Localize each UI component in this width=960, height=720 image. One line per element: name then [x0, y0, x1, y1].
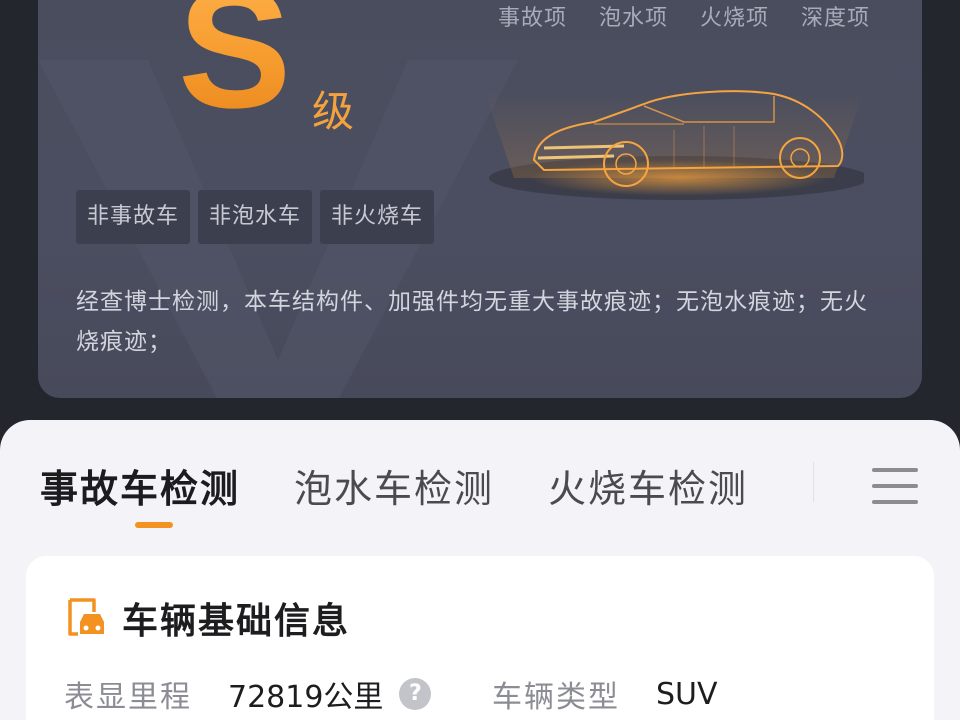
vehicle-info-card: 车辆基础信息 表显里程 72819公里 ? 车辆类型 SUV [26, 556, 934, 720]
tab-bar: 事故车检测 泡水车检测 火烧车检测 [40, 458, 802, 513]
check-item-accident: 事故项 [497, 6, 567, 31]
grade-letter: S [178, 0, 291, 134]
mileage-row: 表显里程 72819公里 ? [64, 672, 432, 716]
car-document-icon [68, 598, 104, 636]
mileage-value: 72819公里 [228, 680, 384, 715]
question-icon[interactable]: ? [399, 678, 432, 710]
active-tab-indicator [135, 522, 173, 528]
detail-sheet: 事故车检测 泡水车检测 火烧车检测 车辆基础信息 表显里程 72819公里 ? … [0, 420, 960, 720]
tab-flood-check[interactable]: 泡水车检测 [294, 458, 494, 513]
tab-accident-check[interactable]: 事故车检测 [40, 458, 240, 513]
check-item-flood: 泡水项 [598, 6, 668, 31]
vehicle-info-header: 车辆基础信息 [64, 592, 350, 644]
check-items: 事故项 泡水项 火烧项 深度项 [498, 0, 870, 32]
vehicle-type-row: 车辆类型 SUV [492, 672, 718, 716]
vehicle-type-label: 车辆类型 [492, 680, 620, 715]
car-wireframe-icon [484, 90, 864, 200]
menu-divider [813, 462, 814, 502]
inspection-summary: 经查博士检测，本车结构件、加强件均无重大事故痕迹；无泡水痕迹；无火烧痕迹； [76, 289, 868, 355]
tag-non-fire: 非火烧车 [320, 190, 435, 244]
mileage-label: 表显里程 [64, 680, 192, 715]
tag-list: 非事故车 非泡水车 非火烧车 [76, 190, 435, 244]
tab-fire-check[interactable]: 火烧车检测 [548, 458, 748, 513]
grade-suffix: 级 [312, 87, 355, 136]
check-item-depth: 深度项 [800, 6, 870, 31]
hamburger-icon[interactable] [872, 468, 920, 504]
tag-non-flood: 非泡水车 [198, 190, 313, 244]
vehicle-type-value: SUV [656, 676, 718, 712]
tag-non-accident: 非事故车 [76, 190, 191, 244]
check-item-fire: 火烧项 [699, 6, 769, 31]
report-card: S 级 事故项 泡水项 火烧项 深度项 非事故车 非泡水车 非火烧车 经查博士检… [38, 0, 922, 398]
vehicle-info-title: 车辆基础信息 [122, 601, 351, 642]
